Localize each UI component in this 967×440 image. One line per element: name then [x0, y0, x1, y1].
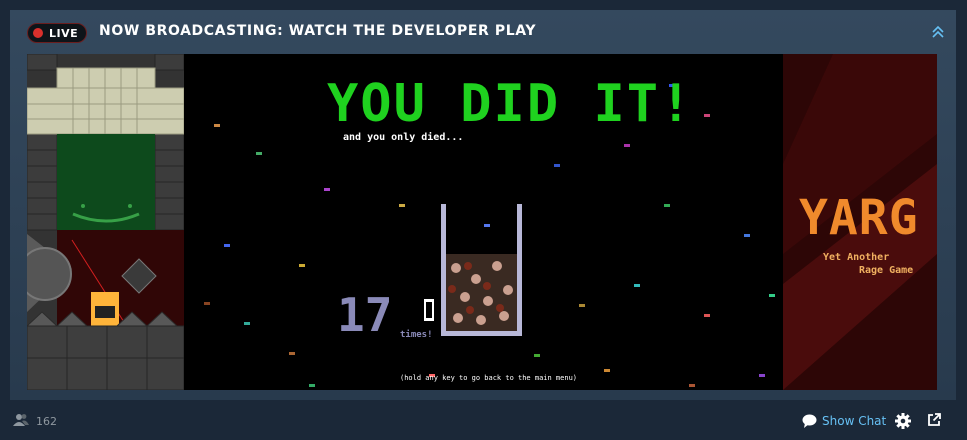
video-player[interactable]: YOU DID IT! and you only died... 17 time… [27, 54, 937, 390]
chevron-up-double-icon[interactable] [928, 22, 948, 42]
gear-icon[interactable] [895, 413, 911, 429]
win-headline: YOU DID IT! [327, 74, 694, 134]
game-logo-subtitle-2: Rage Game [859, 265, 914, 276]
menu-hint: (hold any key to go back to the main men… [400, 374, 578, 382]
viewers-icon [13, 414, 29, 426]
live-badge: LIVE [27, 23, 88, 43]
live-dot-icon [33, 28, 43, 38]
broadcast-header: LIVE NOW BROADCASTING: WATCH THE DEVELOP… [10, 10, 956, 54]
times-label: times! [400, 330, 433, 340]
game-logo-title: YARG [799, 190, 919, 246]
death-count: 17 [337, 288, 393, 342]
live-label: LIVE [49, 26, 79, 40]
chat-bubble-icon [802, 414, 817, 428]
viewer-count: 162 [36, 415, 57, 428]
broadcast-panel: LIVE NOW BROADCASTING: WATCH THE DEVELOP… [10, 10, 956, 400]
broadcast-title: NOW BROADCASTING: WATCH THE DEVELOPER PL… [99, 23, 537, 39]
popout-icon[interactable] [927, 413, 941, 427]
broadcast-footer: 162 Show Chat [0, 400, 967, 440]
show-chat-button[interactable]: Show Chat [802, 412, 886, 430]
win-subline: and you only died... [343, 132, 464, 143]
show-chat-label: Show Chat [822, 414, 887, 428]
game-left-view [27, 54, 184, 390]
game-logo-subtitle-1: Yet Another [823, 252, 890, 263]
